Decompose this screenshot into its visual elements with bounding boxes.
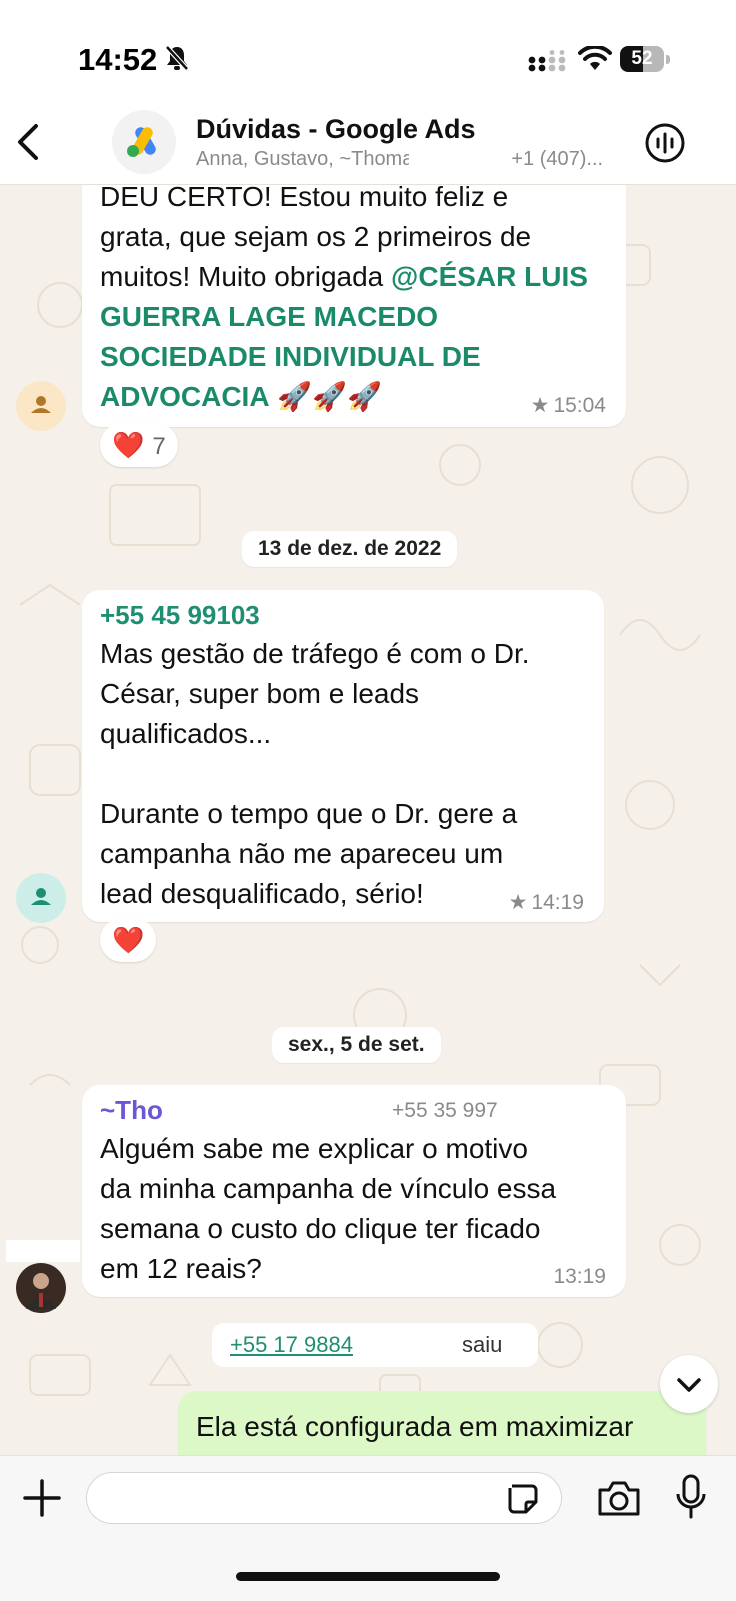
- person-icon: [31, 396, 51, 413]
- rocket-emojis: 🚀🚀🚀: [277, 381, 382, 412]
- message-timestamp: ★ 15:04: [531, 393, 606, 418]
- back-arrow-icon[interactable]: [14, 122, 44, 162]
- chat-members[interactable]: Anna, Gustavo, ~Thoma +1 (407)...: [196, 148, 603, 171]
- date-separator: sex., 5 de set.: [272, 1027, 441, 1063]
- left-action: saiu: [462, 1332, 503, 1357]
- person-icon: [31, 888, 51, 905]
- message-bubble[interactable]: DEU CERTO! Estou muito feliz e grata, qu…: [82, 185, 626, 427]
- message-input[interactable]: [105, 1483, 489, 1515]
- redaction: [6, 1240, 80, 1262]
- heart-emoji: ❤️: [112, 925, 145, 955]
- left-user-phone[interactable]: +55 17 9884: [230, 1332, 353, 1357]
- message-text: DEU CERTO! Estou muito feliz e grata, qu…: [100, 185, 608, 417]
- message-text: Alguém sabe me explicar o motivo da minh…: [100, 1133, 557, 1284]
- timestamp-text: 14:19: [531, 891, 584, 914]
- chevron-down-icon: [677, 1378, 701, 1392]
- voice-chat-icon[interactable]: [644, 122, 686, 164]
- message-text: Mas gestão de tráfego é com o Dr. César,…: [100, 638, 530, 909]
- microphone-icon[interactable]: [676, 1474, 706, 1520]
- message-input-container[interactable]: [86, 1472, 562, 1524]
- system-message: +55 17 9884 saiu: [212, 1323, 538, 1367]
- group-avatar[interactable]: [112, 110, 176, 174]
- star-icon: ★: [508, 891, 528, 914]
- message-bubble[interactable]: ~Tho +55 35 997 Alguém sabe me explicar …: [82, 1085, 626, 1297]
- members-part-b: +1 (407)...: [511, 148, 604, 170]
- date-separator: 13 de dez. de 2022: [242, 531, 458, 567]
- google-ads-logo-icon: [127, 127, 156, 157]
- message-timestamp: ★ 14:19: [509, 890, 584, 915]
- timestamp-text: 15:04: [553, 394, 606, 417]
- sender-name[interactable]: ~Tho: [100, 1095, 163, 1126]
- profile-photo-icon: [26, 1273, 56, 1309]
- status-time: 14:52: [78, 42, 158, 77]
- outgoing-message-bubble[interactable]: Ela está configurada em maximizar: [178, 1391, 706, 1455]
- sender-name[interactable]: +55 45 99103: [100, 600, 260, 631]
- message-text: Ela está configurada em maximizar: [196, 1411, 634, 1442]
- camera-icon[interactable]: [596, 1478, 642, 1518]
- sender-avatar[interactable]: [16, 873, 66, 923]
- reaction-count: 7: [152, 433, 166, 460]
- message-bubble[interactable]: +55 45 99103 Mas gestão de tráfego é com…: [82, 590, 604, 922]
- wifi-icon: [578, 46, 612, 70]
- redaction: [409, 148, 506, 171]
- chat-header: Dúvidas - Google Ads Anna, Gustavo, ~Tho…: [0, 100, 736, 185]
- star-icon: ★: [530, 394, 550, 417]
- home-indicator: [236, 1572, 500, 1581]
- sticker-icon[interactable]: [506, 1482, 540, 1516]
- chat-title[interactable]: Dúvidas - Google Ads: [196, 114, 476, 145]
- cellular-signal-icon: [528, 50, 566, 72]
- members-part-a: Anna, Gustavo, ~Thoma: [196, 148, 414, 170]
- battery-icon: 52: [620, 46, 670, 74]
- sender-avatar[interactable]: [16, 381, 66, 431]
- scroll-to-bottom-button[interactable]: [660, 1355, 718, 1413]
- silent-bell-icon: [165, 45, 189, 71]
- reaction-badge[interactable]: ❤️: [100, 918, 157, 962]
- message-timestamp: 13:19: [553, 1265, 606, 1288]
- battery-percent: 52: [631, 48, 653, 69]
- attach-plus-icon[interactable]: [22, 1478, 62, 1518]
- sender-avatar[interactable]: [16, 1263, 66, 1313]
- heart-emoji: ❤️: [112, 430, 145, 460]
- reaction-badge[interactable]: ❤️ 7: [100, 423, 178, 467]
- chat-area[interactable]: DEU CERTO! Estou muito feliz e grata, qu…: [0, 185, 736, 1455]
- sender-phone[interactable]: +55 35 997: [392, 1099, 498, 1123]
